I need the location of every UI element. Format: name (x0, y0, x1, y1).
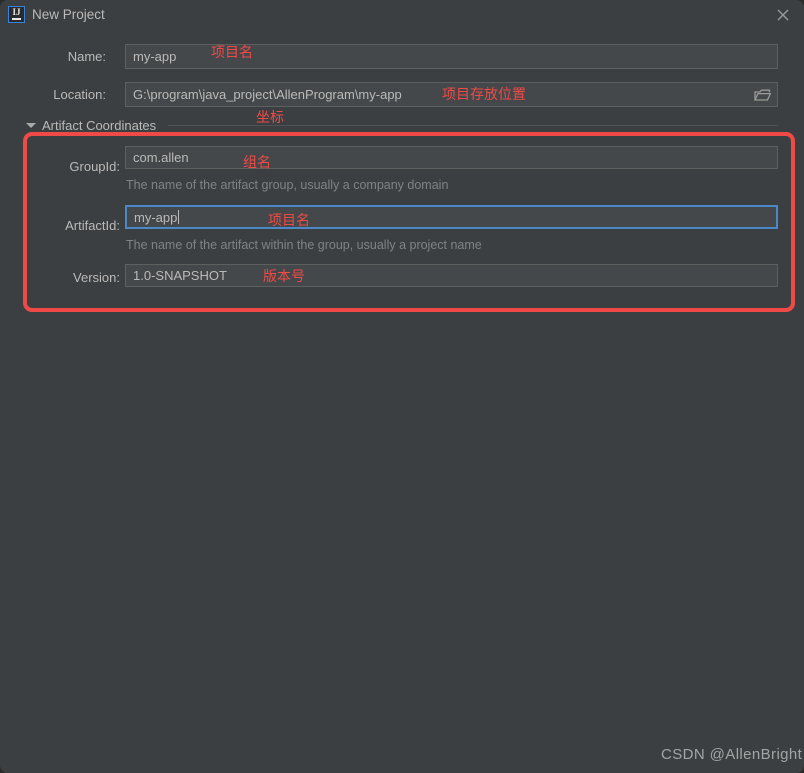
dialog-footer: Previous Next Cancel Help (0, 715, 804, 773)
app-icon-underline (12, 18, 21, 20)
close-icon[interactable] (772, 4, 794, 26)
group-id-hint: The name of the artifact group, usually … (126, 178, 449, 192)
version-label: Version: (73, 270, 120, 285)
group-id-label: GroupId: (69, 159, 120, 174)
annotation-coordinates: 坐标 (256, 109, 284, 125)
artifact-id-input-value: my-app (134, 209, 178, 225)
annotation-project-name-top: 项目名 (211, 44, 253, 60)
artifact-coordinates-title: Artifact Coordinates (42, 118, 157, 133)
page-title: New Project (32, 7, 105, 22)
group-id-input-value: com.allen (133, 150, 189, 165)
location-label: Location: (53, 87, 106, 102)
artifact-id-hint: The name of the artifact within the grou… (126, 238, 482, 252)
annotation-project-location: 项目存放位置 (442, 86, 526, 102)
app-icon-label: IJ (12, 7, 21, 17)
name-input-value: my-app (133, 49, 177, 64)
intellij-idea-icon: IJ (8, 6, 25, 23)
dialog-titlebar: IJ New Project (0, 0, 804, 30)
version-input[interactable]: 1.0-SNAPSHOT (125, 264, 778, 287)
annotation-version-number: 版本号 (263, 268, 305, 284)
new-project-dialog: IJ New Project Name: my-app 项目名 Location… (0, 0, 804, 773)
group-id-input[interactable]: com.allen (125, 146, 778, 169)
artifact-id-label: ArtifactId: (65, 218, 120, 233)
location-input-value: G:\program\java_project\AllenProgram\my-… (133, 87, 402, 102)
annotation-group-name: 组名 (243, 154, 271, 170)
artifact-id-input[interactable]: my-app (125, 205, 778, 229)
name-label: Name: (67, 49, 106, 64)
version-input-value: 1.0-SNAPSHOT (133, 268, 227, 283)
annotation-project-name-artifact: 项目名 (268, 212, 310, 228)
chevron-down-icon[interactable] (26, 123, 36, 128)
text-caret (178, 210, 180, 224)
folder-icon[interactable] (753, 88, 772, 102)
